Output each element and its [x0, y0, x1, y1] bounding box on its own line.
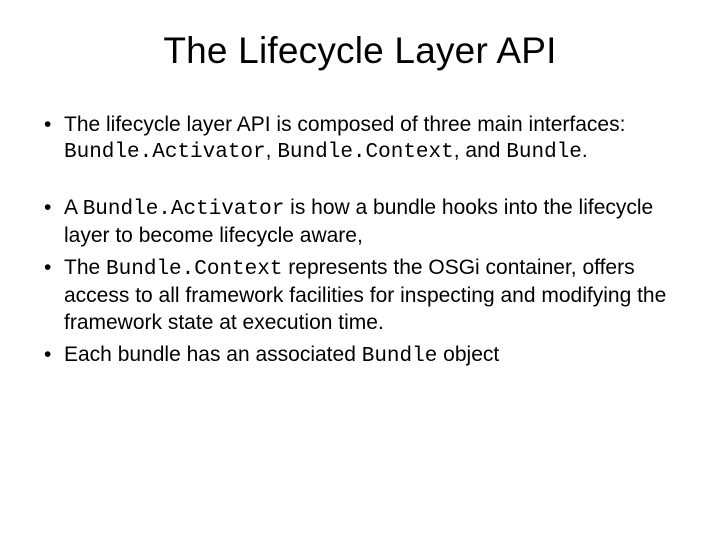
text-run: A — [64, 196, 83, 219]
slide: The Lifecycle Layer API The lifecycle la… — [0, 0, 720, 540]
bullet-list: The lifecycle layer API is composed of t… — [40, 112, 680, 370]
text-run: The lifecycle layer API is composed of t… — [64, 113, 625, 136]
code-run: Bundle.Context — [106, 258, 282, 281]
text-run: The — [64, 256, 106, 279]
text-run: Each bundle has an associated — [64, 343, 362, 366]
bullet-item: A Bundle.Activator is how a bundle hooks… — [40, 195, 680, 250]
text-run: , — [266, 139, 278, 162]
code-run: Bundle — [362, 345, 438, 368]
slide-title: The Lifecycle Layer API — [40, 30, 680, 72]
bullet-item: Each bundle has an associated Bundle obj… — [40, 342, 680, 370]
code-run: Bundle.Context — [277, 141, 453, 164]
code-run: Bundle.Activator — [64, 141, 266, 164]
code-run: Bundle.Activator — [83, 198, 285, 221]
text-run: . — [582, 139, 588, 162]
bullet-item: The Bundle.Context represents the OSGi c… — [40, 255, 680, 336]
spacer — [40, 173, 680, 189]
code-run: Bundle — [506, 141, 582, 164]
text-run: object — [437, 343, 499, 366]
text-run: , and — [454, 139, 507, 162]
bullet-item: The lifecycle layer API is composed of t… — [40, 112, 680, 167]
